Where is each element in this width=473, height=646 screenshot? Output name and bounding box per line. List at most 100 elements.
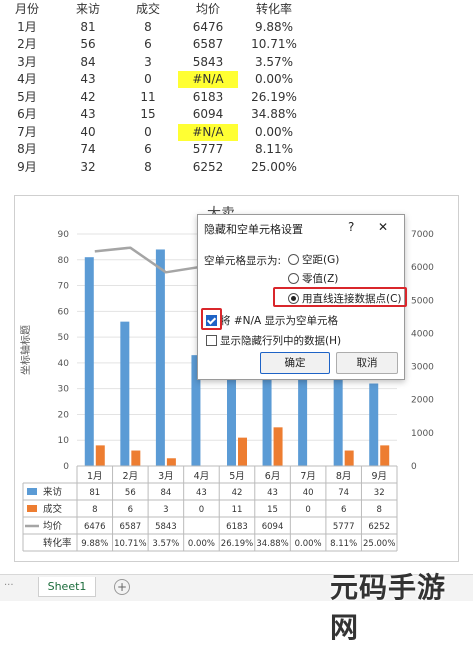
table-cell: 1月 — [17, 19, 37, 34]
bar-成交 — [344, 450, 354, 466]
bar-成交 — [95, 445, 105, 466]
table-value: 8.11% — [330, 539, 357, 549]
table-cell: 25.00% — [251, 159, 297, 174]
row-label: 转化率 — [43, 537, 72, 549]
na-checkbox-label: 将 #N/A 显示为空单元格 — [220, 315, 339, 327]
table-cell: 42 — [80, 89, 96, 104]
table-value: 10.71% — [114, 539, 146, 549]
table-cell: 8.11% — [254, 142, 294, 156]
radio-zero[interactable] — [288, 273, 299, 284]
table-value: 0.00% — [188, 539, 215, 549]
table-cell: 32 — [80, 159, 96, 174]
table-value: 42 — [232, 488, 243, 498]
table-cell: 9月 — [17, 159, 37, 174]
legend-key-deals — [27, 505, 37, 512]
table-cell: #N/A — [178, 71, 238, 88]
help-icon[interactable]: ? — [348, 220, 354, 234]
table-header-cell: 月份 — [14, 2, 39, 16]
close-icon[interactable]: ✕ — [378, 220, 388, 234]
sheet-tab[interactable]: Sheet1 — [38, 577, 96, 597]
table-cell: 3.57% — [254, 54, 294, 69]
bar-成交 — [238, 437, 247, 466]
add-sheet-icon[interactable]: + — [114, 579, 130, 595]
right-tick-label: 6000 — [411, 263, 434, 273]
category-label: 2月 — [123, 471, 139, 482]
highlight-box-connect — [273, 287, 407, 307]
category-label: 9月 — [371, 471, 387, 482]
table-cell: 11 — [140, 89, 156, 104]
bar-来访 — [155, 249, 165, 466]
row-label: 均价 — [43, 520, 63, 532]
category-label: 6月 — [265, 471, 281, 482]
table-value: 6252 — [368, 522, 390, 532]
table-value: 3 — [163, 505, 168, 515]
row-label: 来访 — [43, 487, 63, 498]
table-header-cell: 均价 — [195, 2, 220, 16]
table-value: 6 — [341, 505, 346, 515]
table-value: 6476 — [84, 522, 106, 532]
table-cell: 84 — [80, 54, 96, 69]
table-cell: 7月 — [17, 124, 37, 139]
table-value: 8 — [92, 505, 97, 515]
table-cell: 74 — [80, 142, 96, 156]
left-tick-label: 30 — [58, 385, 70, 395]
bar-成交 — [131, 450, 141, 466]
hidden-data-checkbox[interactable] — [206, 335, 217, 346]
category-label: 4月 — [194, 471, 210, 482]
table-header-cell: 来访 — [75, 2, 100, 16]
table-cell: 6 — [144, 37, 152, 51]
table-value: 11 — [232, 505, 243, 515]
table-cell: 8 — [144, 19, 152, 34]
table-value: 0 — [199, 505, 204, 515]
table-value: 43 — [196, 488, 207, 498]
table-cell: 8月 — [17, 142, 37, 156]
table-cell: 2月 — [17, 37, 37, 51]
table-value: 26.19% — [221, 539, 253, 549]
cancel-button[interactable]: 取消 — [336, 352, 398, 374]
tab-scroll-icon[interactable]: ··· — [4, 580, 14, 591]
left-tick-label: 50 — [58, 333, 70, 343]
table-cell: 0 — [144, 124, 152, 139]
right-tick-label: 7000 — [411, 230, 434, 240]
table-value: 6183 — [226, 522, 248, 532]
table-cell: 6587 — [192, 37, 224, 51]
table-cell: #N/A — [178, 123, 238, 141]
table-cell: 9.88% — [254, 19, 294, 34]
table-cell: 3 — [144, 54, 152, 69]
bar-成交 — [166, 458, 176, 466]
hidden-empty-cells-dialog[interactable]: 隐藏和空单元格设置 ? ✕ 空单元格显示为: 空距(G) 零值(Z) 用直线连接… — [197, 214, 407, 380]
right-tick-label: 4000 — [411, 329, 434, 339]
table-cell: 6183 — [192, 89, 224, 104]
table-value: 3.57% — [152, 539, 179, 549]
table-cell: 4月 — [17, 72, 37, 86]
table-cell: 81 — [80, 19, 96, 34]
y-axis-title: 坐标轴标题 — [19, 325, 32, 375]
table-cell: 56 — [80, 37, 96, 51]
right-tick-label: 5000 — [411, 296, 434, 306]
bar-来访 — [369, 383, 379, 466]
table-value: 5843 — [155, 522, 177, 532]
table-value: 74 — [338, 488, 349, 498]
highlight-box-na — [201, 308, 222, 330]
table-cell: 6476 — [192, 19, 224, 34]
left-tick-label: 10 — [58, 436, 70, 446]
table-cell: 5843 — [192, 54, 224, 69]
table-value: 32 — [374, 488, 385, 498]
ok-button[interactable]: 确定 — [260, 352, 330, 374]
dialog-title: 隐藏和空单元格设置 — [204, 223, 303, 236]
left-tick-label: 0 — [63, 462, 69, 472]
table-value: 9.88% — [81, 539, 108, 549]
left-tick-label: 90 — [58, 230, 70, 240]
table-cell: 15 — [140, 107, 156, 121]
table-value: 6 — [128, 505, 133, 515]
table-cell: 6月 — [17, 107, 37, 121]
table-value: 8 — [377, 505, 382, 515]
left-tick-label: 60 — [58, 307, 70, 317]
category-label: 5月 — [229, 471, 245, 482]
table-cell: 40 — [80, 124, 96, 139]
table-value: 6094 — [262, 522, 284, 532]
option-zero-label: 零值(Z) — [302, 273, 339, 285]
right-tick-label: 1000 — [411, 429, 434, 439]
table-value: 56 — [125, 488, 136, 498]
radio-gaps[interactable] — [288, 254, 299, 265]
